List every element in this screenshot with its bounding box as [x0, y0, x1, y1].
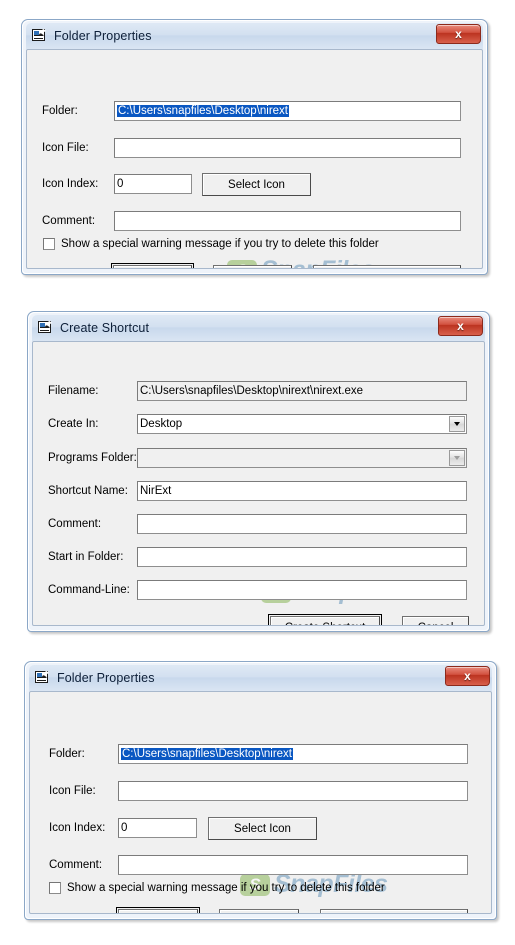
chevron-down-icon[interactable] [449, 416, 465, 432]
titlebar[interactable]: Folder Properties x [29, 665, 492, 691]
label-comment: Comment: [49, 859, 103, 871]
comment-input[interactable] [114, 211, 461, 231]
titlebar[interactable]: Folder Properties x [26, 23, 483, 49]
close-icon[interactable]: x [436, 24, 481, 44]
start-in-folder-input[interactable] [137, 547, 467, 567]
label-filename: Filename: [48, 385, 99, 397]
label-folder: Folder: [42, 105, 78, 117]
dialog-body: S SnapFiles Filename: C:\Users\snapfiles… [32, 341, 485, 626]
cancel-button[interactable]: Cancel [402, 616, 469, 625]
cancel-button[interactable]: Cancel [213, 265, 292, 268]
shortcut-name-value: NirExt [140, 485, 172, 497]
label-icon-file: Icon File: [49, 785, 96, 797]
select-icon-button[interactable]: Select Icon [202, 173, 311, 196]
window-folder-properties-1: Folder Properties x S SnapFiles Folder: … [21, 19, 488, 275]
command-line-input[interactable] [137, 580, 467, 600]
warning-checkbox[interactable] [49, 882, 61, 894]
comment-input[interactable] [118, 855, 468, 875]
create-shortcut-button[interactable]: Create Shortcut [268, 614, 382, 625]
remove-folder-properties-button[interactable]: Remove Folder Properties [320, 909, 468, 913]
label-start-in-folder: Start in Folder: [48, 551, 124, 563]
icon-file-input[interactable] [114, 138, 461, 158]
programs-folder-combo[interactable] [137, 448, 467, 468]
icon-index-input-value: 0 [117, 178, 124, 190]
folder-properties-icon [38, 320, 54, 336]
label-command-line: Command-Line: [48, 584, 130, 596]
label-comment: Comment: [48, 518, 102, 530]
label-create-in: Create In: [48, 418, 99, 430]
warning-checkbox[interactable] [43, 238, 55, 250]
folder-input[interactable]: C:\Users\snapfiles\Desktop\nirext [114, 101, 461, 121]
warning-checkbox-row[interactable]: Show a special warning message if you tr… [43, 238, 379, 250]
warning-checkbox-label: Show a special warning message if you tr… [67, 882, 385, 894]
label-icon-index: Icon Index: [42, 178, 99, 190]
titlebar[interactable]: Create Shortcut x [32, 315, 485, 341]
dialog-body: S SnapFiles Folder: C:\Users\snapfiles\D… [26, 49, 483, 269]
create-in-value: Desktop [140, 418, 183, 430]
remove-folder-properties-button[interactable]: Remove Folder Properties [313, 265, 461, 268]
modify-button[interactable]: Modify [111, 263, 194, 268]
chevron-down-icon[interactable] [449, 450, 465, 466]
icon-index-input[interactable]: 0 [114, 174, 192, 194]
label-comment: Comment: [42, 215, 96, 227]
filename-input[interactable]: C:\Users\snapfiles\Desktop\nirext\nirext… [137, 381, 467, 401]
warning-checkbox-row[interactable]: Show a special warning message if you tr… [49, 882, 385, 894]
icon-index-input-value: 0 [121, 822, 128, 834]
label-icon-file: Icon File: [42, 142, 89, 154]
warning-checkbox-label: Show a special warning message if you tr… [61, 238, 379, 250]
select-icon-button[interactable]: Select Icon [208, 817, 317, 840]
screenshot-canvas: Folder Properties x S SnapFiles Folder: … [0, 0, 515, 945]
folder-input-value: C:\Users\snapfiles\Desktop\nirext [121, 748, 294, 760]
label-folder: Folder: [49, 748, 85, 760]
filename-input-value: C:\Users\snapfiles\Desktop\nirext\nirext… [140, 385, 364, 397]
label-shortcut-name: Shortcut Name: [48, 485, 128, 497]
label-programs-folder: Programs Folder: [48, 452, 137, 464]
close-icon[interactable]: x [445, 666, 490, 686]
shortcut-name-input[interactable]: NirExt [137, 481, 467, 501]
window-create-shortcut: Create Shortcut x S SnapFiles Filename: … [27, 311, 490, 632]
window-title: Folder Properties [54, 29, 152, 43]
comment-input[interactable] [137, 514, 467, 534]
folder-properties-icon [32, 28, 48, 44]
window-title: Folder Properties [57, 671, 155, 685]
close-icon[interactable]: x [438, 316, 483, 336]
window-folder-properties-2: Folder Properties x S SnapFiles Folder: … [24, 661, 497, 920]
modify-button[interactable]: Modify [116, 907, 200, 913]
cancel-button[interactable]: Cancel [219, 909, 299, 913]
icon-index-input[interactable]: 0 [118, 818, 197, 838]
folder-input[interactable]: C:\Users\snapfiles\Desktop\nirext [118, 744, 468, 764]
dialog-body: S SnapFiles Folder: C:\Users\snapfiles\D… [29, 691, 492, 914]
folder-input-value: C:\Users\snapfiles\Desktop\nirext [117, 105, 290, 117]
label-icon-index: Icon Index: [49, 822, 106, 834]
window-title: Create Shortcut [60, 321, 150, 335]
icon-file-input[interactable] [118, 781, 468, 801]
create-in-combo[interactable]: Desktop [137, 414, 467, 434]
folder-properties-icon [35, 670, 51, 686]
